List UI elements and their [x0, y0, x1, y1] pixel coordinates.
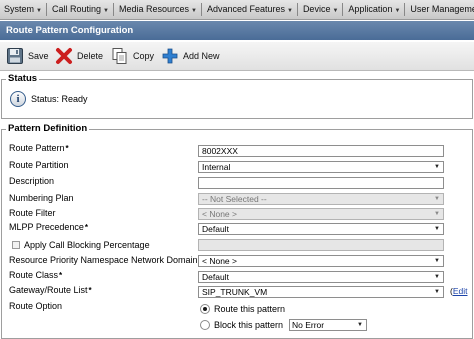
- required-asterisk: *: [88, 286, 92, 295]
- status-message: Status: Ready: [31, 94, 88, 104]
- gateway-route-list-select[interactable]: SIP_TRUNK_VM ▼: [198, 286, 444, 298]
- numbering-plan-select[interactable]: -- Not Selected -- ▼: [198, 193, 444, 205]
- page-title: Route Pattern Configuration: [0, 21, 474, 40]
- menu-label: Call Routing: [51, 4, 101, 14]
- plus-icon: [162, 48, 178, 64]
- mlpp-precedence-label: MLPP Precedence*: [9, 222, 88, 233]
- menu-divider: [404, 3, 406, 17]
- route-this-pattern-label: Route this pattern: [214, 304, 286, 314]
- route-pattern-input[interactable]: 8002XXX: [198, 145, 444, 157]
- menu-label: System: [4, 4, 35, 14]
- dropdown-arrow-icon: ▼: [434, 274, 440, 280]
- call-blocking-percentage-input[interactable]: [198, 239, 444, 251]
- required-asterisk: *: [84, 223, 89, 232]
- status-section: Status i Status: Ready: [1, 73, 473, 119]
- dropdown-arrow-icon: ▼: [434, 196, 440, 202]
- dropdown-arrow-icon: ▼: [434, 289, 440, 295]
- menu-label: Advanced Features: [206, 4, 285, 14]
- label-text: Gateway/Route List: [9, 285, 88, 295]
- dropdown-arrow-icon: ▼: [434, 164, 440, 170]
- chevron-down-icon: ▼: [36, 8, 42, 14]
- info-icon: i: [10, 91, 26, 107]
- dropdown-arrow-icon: ▼: [434, 258, 440, 264]
- delete-label: Delete: [77, 51, 104, 61]
- select-value: Default: [202, 272, 229, 282]
- chevron-down-icon: ▼: [286, 8, 293, 14]
- add-new-label: Add New: [183, 51, 220, 61]
- delete-button[interactable]: Delete: [55, 47, 103, 65]
- toolbar: Save Delete Copy Add New: [0, 42, 474, 71]
- menu-divider: [45, 3, 47, 17]
- menu-system[interactable]: System ▼: [0, 0, 45, 19]
- numbering-plan-label: Numbering Plan: [9, 193, 74, 203]
- gateway-edit-link[interactable]: Edit: [453, 286, 468, 296]
- block-this-pattern-radio[interactable]: [200, 320, 210, 330]
- copy-button[interactable]: Copy: [111, 47, 154, 65]
- description-input[interactable]: [198, 177, 444, 189]
- floppy-disk-icon: [7, 48, 23, 64]
- select-value: -- Not Selected --: [202, 194, 267, 204]
- save-button[interactable]: Save: [6, 47, 49, 65]
- select-value: No Error: [292, 320, 325, 330]
- chevron-down-icon: ▼: [190, 8, 197, 14]
- route-pattern-label: Route Pattern*: [9, 143, 69, 154]
- menu-label: Media Resources: [118, 4, 189, 14]
- menu-label: Application: [348, 4, 393, 14]
- call-blocking-checkbox[interactable]: [12, 241, 20, 249]
- select-value: < None >: [202, 209, 237, 219]
- select-value: Internal: [202, 162, 231, 172]
- red-x-delete-icon: [56, 48, 72, 64]
- block-reason-select[interactable]: No Error ▼: [289, 319, 367, 331]
- pattern-definition-legend: Pattern Definition: [6, 123, 90, 135]
- save-label: Save: [28, 51, 49, 61]
- menu-divider: [112, 3, 114, 17]
- block-this-pattern-label: Block this pattern: [214, 320, 284, 330]
- route-this-pattern-radio[interactable]: [200, 304, 210, 314]
- gateway-edit-link-wrapper: (Edit: [450, 286, 468, 297]
- menu-media-resources[interactable]: Media Resources ▼: [115, 0, 200, 19]
- route-partition-label: Route Partition: [9, 160, 69, 170]
- mlpp-precedence-select[interactable]: Default ▼: [198, 223, 444, 235]
- route-filter-label: Route Filter: [9, 208, 56, 218]
- menu-divider: [296, 3, 298, 17]
- menu-label: User Management: [410, 4, 474, 14]
- resource-priority-label: Resource Priority Namespace Network Doma…: [9, 255, 198, 265]
- select-value: Default: [202, 224, 229, 234]
- chevron-down-icon: ▼: [394, 8, 401, 14]
- gateway-route-list-label: Gateway/Route List*: [9, 285, 92, 296]
- copy-icon: [112, 48, 127, 64]
- status-legend: Status: [6, 73, 40, 85]
- route-option-label: Route Option: [9, 301, 63, 311]
- select-value: SIP_TRUNK_VM: [202, 287, 268, 297]
- chevron-down-icon: ▼: [103, 8, 109, 14]
- dropdown-arrow-icon: ▼: [434, 211, 440, 217]
- label-text: MLPP Precedence: [9, 222, 84, 232]
- menu-application[interactable]: Application ▼: [344, 0, 403, 19]
- main-menu-bar: System ▼ Call Routing ▼ Media Resources ▼ Adva…: [0, 0, 474, 20]
- menu-divider: [342, 3, 344, 17]
- required-asterisk: *: [65, 144, 69, 153]
- dropdown-arrow-icon: ▼: [434, 226, 440, 232]
- menu-user-management[interactable]: User Management: [406, 0, 474, 19]
- route-class-label: Route Class*: [9, 270, 62, 281]
- menu-divider: [200, 3, 202, 17]
- call-blocking-label: Apply Call Blocking Percentage: [24, 240, 150, 250]
- menu-label: Device: [302, 4, 331, 14]
- description-label: Description: [9, 176, 55, 186]
- menu-call-routing[interactable]: Call Routing ▼: [48, 0, 112, 19]
- route-class-select[interactable]: Default ▼: [198, 271, 444, 283]
- dropdown-arrow-icon: ▼: [357, 322, 363, 328]
- label-text: Route Pattern: [9, 143, 65, 153]
- route-filter-select[interactable]: < None > ▼: [198, 208, 444, 220]
- route-partition-select[interactable]: Internal ▼: [198, 161, 444, 173]
- chevron-down-icon: ▼: [332, 8, 339, 14]
- add-new-button[interactable]: Add New: [161, 47, 220, 65]
- required-asterisk: *: [59, 271, 63, 280]
- resource-priority-select[interactable]: < None > ▼: [198, 255, 444, 267]
- select-value: < None >: [202, 256, 237, 266]
- label-text: Route Class: [9, 270, 59, 280]
- menu-device[interactable]: Device ▼: [299, 0, 341, 19]
- menu-advanced-features[interactable]: Advanced Features ▼: [203, 0, 296, 19]
- copy-label: Copy: [133, 51, 155, 61]
